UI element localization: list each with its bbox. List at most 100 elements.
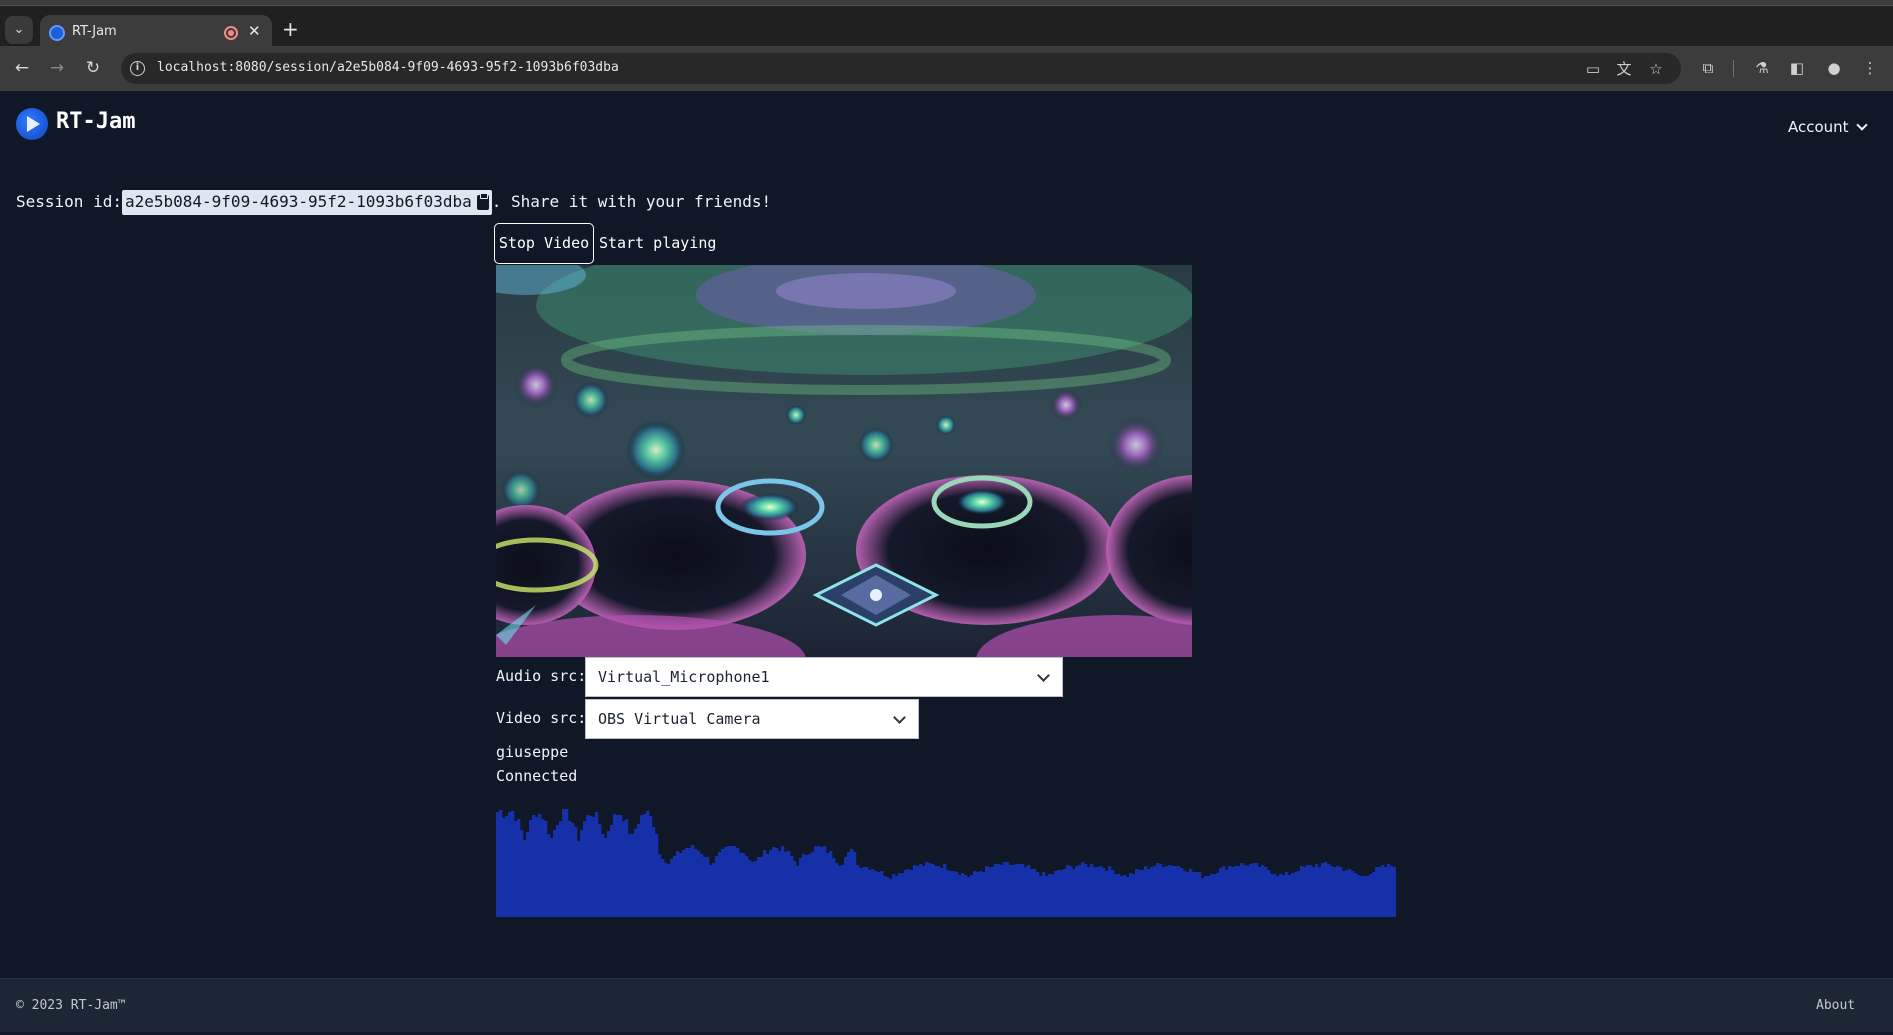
url-text[interactable]: localhost:8080/session/a2e5b084-9f09-469… [157, 60, 619, 75]
meter-bar [517, 819, 521, 917]
logo-icon[interactable] [16, 108, 48, 140]
meter-bar [661, 859, 665, 917]
meter-bar [679, 853, 683, 917]
meter-bar [1225, 870, 1229, 917]
video-preview [496, 265, 1192, 657]
video-src-label: Video src: [496, 709, 587, 727]
meter-bar [967, 877, 971, 917]
meter-bar [766, 854, 770, 917]
meter-bar [895, 876, 899, 917]
meter-bar [553, 830, 557, 917]
meter-bar [805, 855, 809, 917]
meter-bar [820, 847, 824, 917]
bookmark-star-icon[interactable]: ☆ [1645, 58, 1667, 80]
copyright-text: © 2023 RT-Jam™ [16, 998, 126, 1013]
meter-bar [628, 834, 632, 917]
meter-bar [547, 834, 551, 917]
meter-bar [1384, 867, 1388, 917]
meter-bar [802, 854, 806, 917]
meter-bar [886, 877, 890, 917]
meter-bar [1108, 866, 1112, 917]
meter-bar [700, 854, 704, 917]
meter-bar [1327, 864, 1331, 917]
session-id[interactable]: a2e5b084-9f09-4693-95f2-1093b6f03dba [125, 192, 472, 211]
meter-bar [1171, 866, 1175, 917]
close-tab-icon[interactable]: ✕ [248, 22, 261, 40]
meter-bar [958, 875, 962, 917]
meter-bar [1156, 863, 1160, 917]
translate-icon[interactable]: 文 [1613, 58, 1635, 80]
meter-bar [1033, 869, 1037, 917]
meter-bar [1207, 876, 1211, 917]
meter-bar [1129, 873, 1133, 917]
meter-bar [757, 857, 761, 917]
meter-bar [946, 870, 950, 917]
meter-bar [556, 825, 560, 917]
back-icon[interactable]: ← [9, 55, 35, 81]
meter-bar [625, 819, 629, 917]
meter-bar [673, 856, 677, 917]
meter-bar [1315, 864, 1319, 917]
meter-bar [793, 861, 797, 917]
meter-bar [685, 848, 689, 917]
session-id-copy[interactable]: a2e5b084-9f09-4693-95f2-1093b6f03dba [121, 190, 492, 215]
reload-icon[interactable]: ↻ [80, 55, 106, 81]
meter-bar [1309, 865, 1313, 917]
account-menu[interactable]: Account [1788, 118, 1868, 136]
meter-bar [1231, 867, 1235, 917]
forward-icon[interactable]: → [44, 55, 70, 81]
meter-bar [829, 851, 833, 917]
meter-bar [1366, 876, 1370, 917]
audio-level-meter [496, 809, 1396, 917]
meter-bar [1246, 866, 1250, 917]
site-info-icon[interactable]: i [130, 61, 145, 76]
meter-bar [721, 849, 725, 917]
meter-bar [724, 847, 728, 917]
meter-bar [1372, 872, 1376, 917]
about-link[interactable]: About [1816, 998, 1855, 1013]
audio-src-select[interactable]: Virtual_Microphone1 [585, 657, 1063, 697]
meter-bar [874, 871, 878, 917]
meter-bar [1336, 866, 1340, 917]
session-suffix: . Share it with your friends! [491, 192, 772, 211]
brand-name[interactable]: RT-Jam [56, 109, 135, 134]
meter-bar [850, 849, 854, 917]
meter-bar [1300, 866, 1304, 917]
meter-bar [658, 854, 662, 917]
meter-bar [691, 845, 695, 917]
meter-bar [1324, 862, 1328, 917]
meter-bar [1090, 864, 1094, 917]
new-tab-button[interactable]: + [282, 19, 299, 39]
meter-bar [1015, 864, 1019, 917]
meter-bar [1387, 864, 1391, 917]
meter-bar [1306, 865, 1310, 917]
stop-video-button[interactable]: Stop Video [494, 223, 594, 264]
meter-bar [892, 874, 896, 917]
profile-icon[interactable]: ● [1822, 56, 1846, 80]
meter-bar [1021, 864, 1025, 917]
menu-dots-icon[interactable]: ⋮ [1858, 56, 1882, 80]
clipboard-icon[interactable] [476, 193, 489, 210]
tab-list-button[interactable]: ⌄ [5, 16, 33, 44]
start-playing-button[interactable]: Start playing [599, 223, 716, 264]
meter-bar [913, 865, 917, 917]
address-bar[interactable]: i localhost:8080/session/a2e5b084-9f09-4… [121, 53, 1681, 84]
meter-bar [694, 849, 698, 917]
meter-bar [1009, 865, 1013, 917]
meter-bar [697, 851, 701, 917]
meter-bar [1018, 864, 1022, 917]
video-src-select[interactable]: OBS Virtual Camera [585, 699, 919, 739]
side-panel-icon[interactable]: ◧ [1785, 56, 1809, 80]
meter-bar [817, 846, 821, 917]
meter-bar [1159, 864, 1163, 917]
meter-bar [544, 821, 548, 917]
extensions-icon[interactable]: ⧉ [1696, 56, 1720, 80]
meter-bar [1285, 872, 1289, 917]
meter-bar [1165, 866, 1169, 917]
meter-bar [706, 857, 710, 917]
meter-bar [1219, 868, 1223, 917]
labs-flask-icon[interactable]: ⚗ [1750, 56, 1774, 80]
camera-icon[interactable]: ▭ [1582, 58, 1604, 80]
meter-bar [1027, 865, 1031, 917]
meter-bar [649, 816, 653, 917]
